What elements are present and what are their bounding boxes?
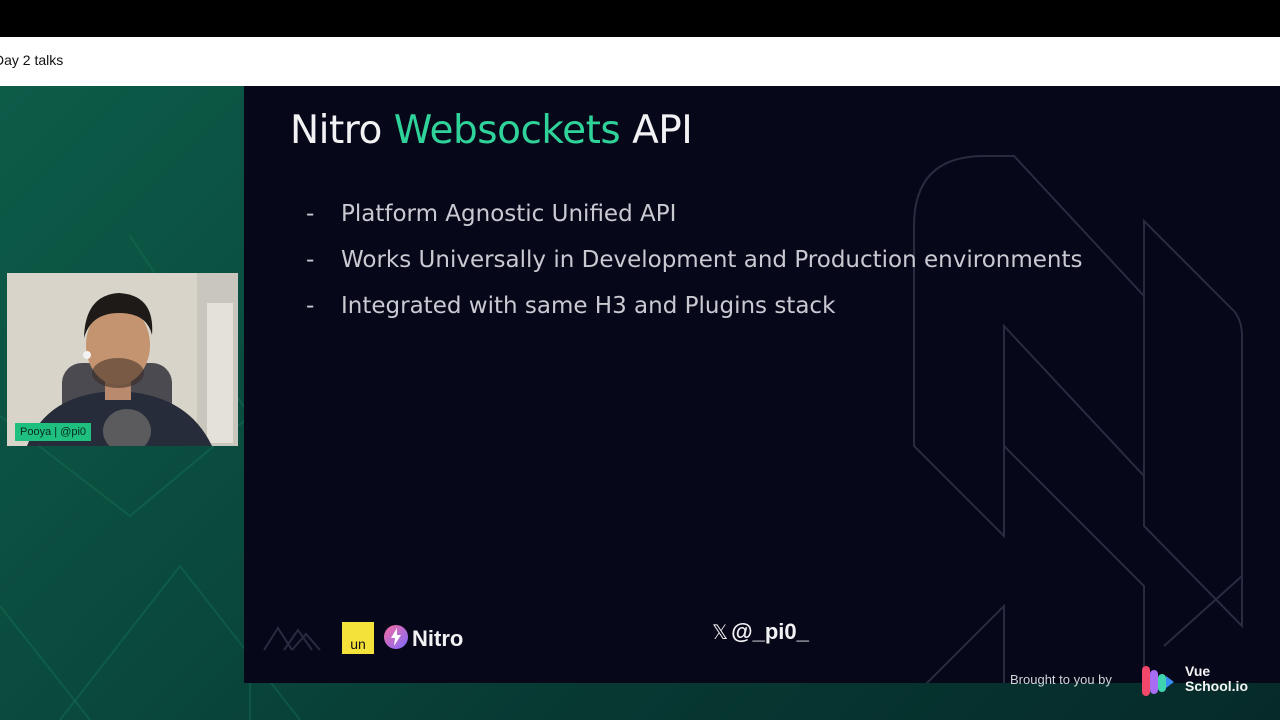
bullet-text: Works Universally in Development and Pro… [341,247,1083,273]
nitro-wordmark: Nitro [412,626,464,651]
mountain-logo-icon [263,626,321,651]
vueschool-wordmark-line2: School.io [1185,678,1248,694]
x-twitter-icon: 𝕏 [712,621,729,644]
unjs-logo: un [342,622,374,654]
sponsor-caption: Brought to you by [1010,672,1112,687]
speaker-webcam: Pooya | @pi0 [7,273,238,446]
bullet-list: - Platform Agnostic Unified API - Works Un… [306,191,1082,329]
window-title: Day 2 talks [0,52,64,68]
presentation-slide: Nitro Websockets API - Platform Agnostic … [244,86,1280,683]
slide-title-suffix: API [620,108,693,153]
bullet-text: Integrated with same H3 and Plugins stac… [341,293,836,319]
vueschool-logo-icon [1142,666,1174,696]
speaker-name-tag: Pooya | @pi0 [15,423,92,441]
slide-footer-logos: un Nitro [262,614,502,658]
bullet-item: - Integrated with same H3 and Plugins sta… [306,283,1082,329]
top-letterbox [0,0,1280,37]
window-titlebar: Day 2 talks [0,37,1280,86]
slide-title-accent: Websockets [393,108,621,153]
slide-title-prefix: Nitro [290,108,394,153]
video-stage: Nitro Websockets API - Platform Agnostic … [0,86,1280,720]
bullet-item: - Platform Agnostic Unified API [306,191,1082,237]
twitter-handle-text: @_pi0_ [731,619,809,644]
slide-title: Nitro Websockets API [290,108,693,153]
bullet-dash: - [306,247,315,273]
bullet-text: Platform Agnostic Unified API [341,201,677,227]
speaker-video-feed [7,273,238,446]
vueschool-wordmark: Vue School.io [1185,664,1248,694]
nitro-bolt-icon [384,625,408,649]
twitter-handle: 𝕏 @_pi0_ [712,619,809,645]
vueschool-wordmark-line1: Vue [1185,663,1211,679]
bullet-dash: - [306,293,315,319]
bullet-item: - Works Universally in Development and Pr… [306,237,1082,283]
bullet-dash: - [306,201,315,227]
